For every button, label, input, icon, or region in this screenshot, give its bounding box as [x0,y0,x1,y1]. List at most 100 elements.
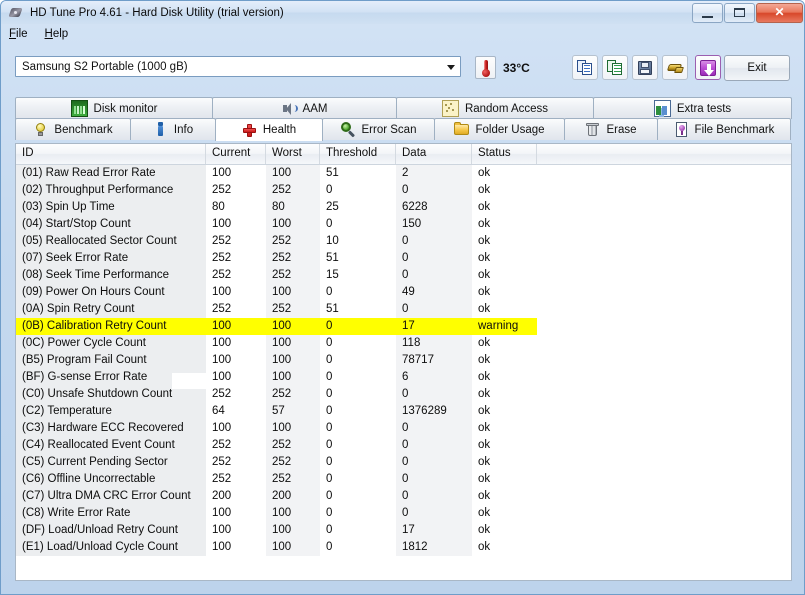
table-row[interactable]: (E1) Load/Unload Cycle Count 100 100 0 1812 o… [16,539,791,556]
magnifier-icon [340,122,356,138]
tab-disk-monitor[interactable]: Disk monitor [15,97,213,119]
drive-select[interactable]: Samsung S2 Portable (1000 gB) [15,56,461,77]
cell-worst: 100 [266,284,320,301]
cell-current: 252 [212,303,232,315]
table-row[interactable]: (08) Seek Time Performance 252 252 15 0 ok [16,267,791,284]
cell-data: 118 [396,335,472,352]
cell-id: (03) Spin Up Time [16,199,206,216]
table-row[interactable]: (C7) Ultra DMA CRC Error Count 200 200 0 0 ok [16,488,791,505]
tab-error-scan[interactable]: Error Scan [322,118,435,140]
cell-status: ok [478,218,491,230]
cell-threshold: 0 [326,422,333,434]
table-row[interactable]: (0A) Spin Retry Count 252 252 51 0 ok [16,301,791,318]
cell-data: 0 [396,454,472,471]
cell-current: 64 [212,405,225,417]
brush-icon [666,60,684,76]
column-header-data[interactable]: Data [396,144,472,164]
cell-filler [537,488,787,505]
close-button[interactable]: ✕ [756,3,803,23]
table-row[interactable]: (07) Seek Error Rate 252 252 51 0 ok [16,250,791,267]
cell-id: (05) Reallocated Sector Count [16,233,206,250]
minimize-icon [702,16,713,18]
table-row[interactable]: (05) Reallocated Sector Count 252 252 10 0 ok [16,233,791,250]
cell-status: ok [478,354,491,366]
table-row[interactable]: (01) Raw Read Error Rate 100 100 51 2 ok [16,165,791,182]
tab-row-primary: Disk monitor AAM Random Access Extra tes… [15,97,792,119]
window-controls: ✕ [692,3,803,23]
file-benchmark-icon [674,122,689,137]
tab-benchmark[interactable]: Benchmark [15,118,131,140]
table-row[interactable]: (C2) Temperature 64 57 0 1376289 ok [16,403,791,420]
cell-worst: 100 [266,352,320,369]
brush-button[interactable] [662,55,688,80]
exit-button[interactable]: Exit [724,55,790,81]
column-header-current[interactable]: Current [206,144,266,164]
table-row[interactable]: (09) Power On Hours Count 100 100 0 49 ok [16,284,791,301]
table-row[interactable]: (C3) Hardware ECC Recovered 100 100 0 0 ok [16,420,791,437]
table-row[interactable]: (0C) Power Cycle Count 100 100 0 118 ok [16,335,791,352]
table-row[interactable]: (BF) G-sense Error Rate 100 100 0 6 ok [16,369,791,386]
table-row[interactable]: (04) Start/Stop Count 100 100 0 150 ok [16,216,791,233]
cell-filler [537,335,787,352]
table-row[interactable]: (02) Throughput Performance 252 252 0 0 ok [16,182,791,199]
cell-id: (07) Seek Error Rate [16,250,206,267]
cell-current: 100 [212,354,232,366]
cell-worst: 100 [266,369,320,386]
copy-icon [577,60,593,76]
cell-status: ok [478,422,491,434]
column-header-id[interactable]: ID [16,144,206,164]
cell-status: ok [478,473,491,485]
table-row[interactable]: (03) Spin Up Time 80 80 25 6228 ok [16,199,791,216]
table-row[interactable]: (C4) Reallocated Event Count 252 252 0 0 ok [16,437,791,454]
tab-file-benchmark[interactable]: File Benchmark [657,118,791,140]
tab-health[interactable]: Health [215,118,323,141]
cell-worst: 100 [266,216,320,233]
cell-status: ok [478,507,491,519]
menu-item-file[interactable]: File [9,28,28,40]
table-row[interactable]: (DF) Load/Unload Retry Count 100 100 0 17 ok [16,522,791,539]
cell-data: 6228 [396,199,472,216]
tab-extra-tests[interactable]: Extra tests [593,97,792,119]
tab-label: Erase [606,123,637,136]
cell-threshold: 10 [326,235,339,247]
folder-icon [454,122,470,137]
cell-threshold: 51 [326,167,339,179]
table-row[interactable]: (C6) Offline Uncorrectable 252 252 0 0 ok [16,471,791,488]
column-header-worst[interactable]: Worst [266,144,320,164]
cell-data: 0 [396,420,472,437]
copy-to-spreadsheet-button[interactable] [602,55,628,80]
tab-aam[interactable]: AAM [212,97,397,119]
maximize-button[interactable] [724,3,755,23]
table-row[interactable]: (C5) Current Pending Sector 252 252 0 0 ok [16,454,791,471]
cell-current: 252 [212,388,232,400]
close-icon: ✕ [774,5,785,19]
menu-item-help[interactable]: Help [45,28,69,40]
download-button[interactable] [695,55,721,80]
tab-random-access[interactable]: Random Access [396,97,594,119]
cell-data: 150 [396,216,472,233]
cell-filler [537,522,787,539]
cell-threshold: 0 [326,286,333,298]
save-button[interactable] [632,55,658,80]
tab-folder-usage[interactable]: Folder Usage [434,118,565,140]
tab-erase[interactable]: Erase [564,118,658,140]
cell-data: 17 [396,318,472,335]
cell-data: 0 [396,437,472,454]
column-header-threshold[interactable]: Threshold [320,144,396,164]
tab-info[interactable]: Info [130,118,216,140]
cell-data: 6 [396,369,472,386]
table-row[interactable]: (0B) Calibration Retry Count 100 100 0 17 war… [16,318,791,335]
maximize-icon [734,8,745,17]
table-row[interactable]: (C0) Unsafe Shutdown Count 252 252 0 0 ok [16,386,791,403]
cell-current: 252 [212,439,232,451]
cell-id: (B5) Program Fail Count [16,352,206,369]
minimize-button[interactable] [692,3,723,23]
table-row[interactable]: (B5) Program Fail Count 100 100 0 78717 ok [16,352,791,369]
column-header-status[interactable]: Status [472,144,537,164]
cell-threshold: 0 [326,405,333,417]
table-row[interactable]: (C8) Write Error Rate 100 100 0 0 ok [16,505,791,522]
cell-current: 100 [212,541,232,553]
cell-current: 252 [212,252,232,264]
cell-status: ok [478,235,491,247]
copy-button[interactable] [572,55,598,80]
